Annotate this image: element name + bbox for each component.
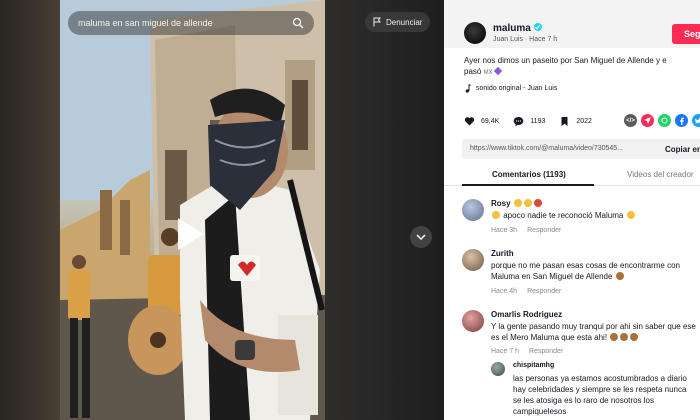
commenter-name[interactable]: Rosy bbox=[491, 199, 543, 208]
post-caption: Ayer nos dimos un paseito por San Miguel… bbox=[464, 56, 667, 76]
comment-stat[interactable]: 1193 bbox=[513, 116, 545, 127]
commenter-avatar[interactable] bbox=[462, 199, 484, 221]
tiktok-post-screen: maluma en san miguel de allende Denuncia… bbox=[0, 0, 700, 420]
commenter-avatar[interactable] bbox=[491, 362, 505, 376]
like-stat[interactable]: 69,4K bbox=[464, 116, 499, 127]
embed-share-button[interactable]: </> bbox=[624, 114, 637, 127]
comment-time: Hace 3h bbox=[491, 227, 518, 234]
comment-item: Rosy apoco nadie te reconoció Maluma Hac… bbox=[462, 199, 700, 239]
facebook-share-button[interactable] bbox=[675, 114, 688, 127]
comment-text: las personas ya estamos acostumbrados a … bbox=[513, 374, 687, 416]
comment-tabs: Comentarios (1193) Videos del creador bbox=[444, 168, 700, 186]
commenter-name[interactable]: Zurith bbox=[491, 249, 514, 258]
twitter-share-button[interactable] bbox=[692, 114, 700, 127]
heart-icon bbox=[464, 116, 475, 125]
emoji-icon bbox=[615, 272, 624, 280]
emoji-icon bbox=[630, 333, 639, 341]
location-tag: MX bbox=[483, 70, 493, 76]
tab-creator-videos[interactable]: Videos del creador bbox=[627, 170, 694, 179]
reply-button[interactable]: Responder bbox=[527, 288, 561, 295]
follow-button[interactable]: Seg bbox=[672, 24, 700, 44]
save-stat[interactable]: 2022 bbox=[559, 116, 592, 127]
bookmark-icon bbox=[561, 116, 568, 126]
comment-item: Omarlis Rodriguez Y la gente pasando muy… bbox=[462, 310, 700, 360]
reply-button[interactable]: Responder bbox=[529, 348, 563, 355]
send-share-button[interactable] bbox=[641, 114, 654, 127]
search-bar[interactable]: maluma en san miguel de allende bbox=[68, 11, 314, 35]
video-frame-illustration bbox=[60, 0, 325, 420]
active-tab-indicator bbox=[462, 184, 594, 186]
comment-time: Hace 7 h bbox=[491, 348, 520, 355]
comment-meta: Hace 4h Responder bbox=[491, 288, 571, 295]
commenter-avatar[interactable] bbox=[462, 310, 484, 332]
emoji-icon bbox=[626, 211, 635, 219]
paper-plane-icon bbox=[644, 117, 651, 124]
emoji-icon bbox=[620, 333, 629, 341]
comment-icon bbox=[513, 116, 524, 126]
emoji-icon bbox=[523, 199, 532, 207]
facebook-icon bbox=[680, 117, 684, 125]
author-avatar[interactable] bbox=[464, 22, 486, 44]
bird-icon bbox=[695, 117, 700, 123]
author-subtitle: Juan Luis · Hace 7 h bbox=[493, 36, 558, 43]
emoji-icon bbox=[610, 333, 619, 341]
rose-emoji-icon bbox=[533, 199, 542, 207]
purple-heart-icon bbox=[493, 66, 502, 76]
comment-item: Zurith porque no me pasan esas cosas de … bbox=[462, 249, 700, 299]
save-count: 2022 bbox=[576, 117, 592, 125]
comment-text: porque no me pasan esas cosas de encontr… bbox=[491, 261, 681, 281]
comment-meta: Hace 3h Responder bbox=[491, 227, 571, 234]
emoji-icon bbox=[513, 199, 522, 207]
video-backdrop-left bbox=[0, 0, 60, 420]
comment-text: Y la gente pasando muy tranqui por ahi s… bbox=[491, 322, 696, 342]
next-video-button[interactable] bbox=[410, 226, 432, 248]
play-icon[interactable] bbox=[178, 218, 204, 250]
like-count: 69,4K bbox=[481, 117, 500, 125]
details-panel: maluma Juan Luis · Hace 7 h Seg Ayer nos… bbox=[444, 0, 700, 420]
verified-icon bbox=[533, 23, 542, 31]
search-icon[interactable] bbox=[292, 17, 304, 29]
sound-label: sonido original - Juan Luis bbox=[476, 85, 558, 92]
report-button[interactable]: Denunciar bbox=[365, 12, 431, 32]
commenter-name[interactable]: chispitamhg bbox=[513, 362, 554, 369]
whatsapp-share-button[interactable] bbox=[658, 114, 671, 127]
comment-count: 1193 bbox=[530, 117, 546, 125]
video-player[interactable] bbox=[60, 0, 325, 420]
copy-link-button[interactable]: Copiar en bbox=[665, 145, 700, 154]
whatsapp-icon bbox=[661, 117, 668, 124]
music-note-icon bbox=[465, 84, 471, 93]
sound-link[interactable]: sonido original - Juan Luis bbox=[464, 84, 557, 93]
comment-meta: Hace 7 h Responder bbox=[491, 348, 573, 355]
video-stage: maluma en san miguel de allende Denuncia… bbox=[0, 0, 444, 420]
comment-text: apoco nadie te reconoció Maluma bbox=[491, 210, 696, 221]
reply-button[interactable]: Responder bbox=[527, 227, 561, 234]
comment-time: Hace 4h bbox=[491, 288, 518, 295]
emoji-icon bbox=[492, 211, 500, 219]
tab-comments[interactable]: Comentarios (1193) bbox=[492, 170, 566, 179]
commenter-name[interactable]: Omarlis Rodriguez bbox=[491, 310, 562, 319]
chevron-down-icon bbox=[416, 234, 426, 240]
author-name[interactable]: maluma bbox=[493, 23, 542, 34]
commenter-avatar[interactable] bbox=[462, 249, 484, 271]
reply-item: chispitamhg las personas ya estamos acos… bbox=[491, 362, 700, 420]
share-buttons: </> bbox=[624, 114, 700, 127]
engagement-stats: 69,4K 1193 2022 bbox=[464, 114, 606, 128]
report-label: Denunciar bbox=[386, 17, 423, 27]
flag-icon bbox=[373, 17, 381, 27]
video-backdrop-right bbox=[325, 0, 444, 420]
search-input[interactable]: maluma en san miguel de allende bbox=[78, 18, 292, 28]
